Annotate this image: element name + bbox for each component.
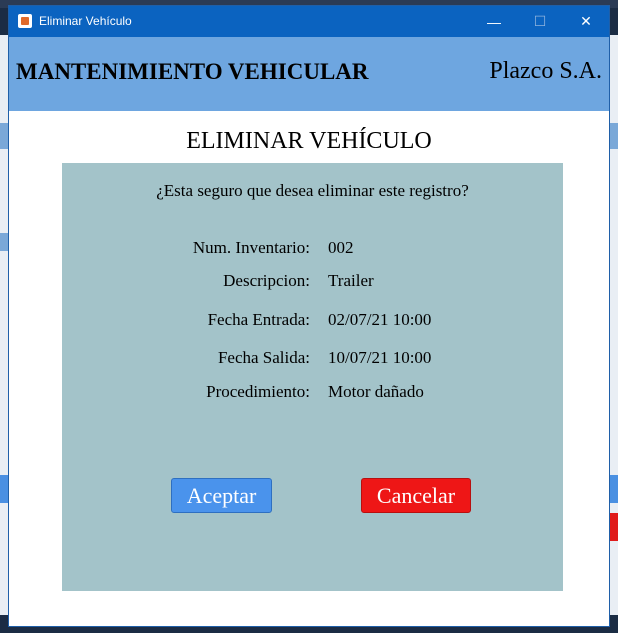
company-name: Plazco S.A. [489, 58, 602, 84]
java-app-icon [18, 14, 32, 28]
app-header: MANTENIMIENTO VEHICULAR Plazco S.A. [9, 37, 609, 111]
title-bar[interactable]: Eliminar Vehículo — ☐ ✕ [9, 6, 609, 37]
cancel-button[interactable]: Cancelar [361, 478, 471, 513]
minimize-button[interactable]: — [471, 6, 517, 37]
window-title: Eliminar Vehículo [39, 14, 132, 28]
field-value: Trailer [328, 271, 374, 290]
field-label: Procedimiento: [206, 382, 310, 401]
confirmation-panel: ¿Esta seguro que desea eliminar este reg… [62, 163, 563, 591]
page-title: ELIMINAR VEHÍCULO [186, 128, 432, 154]
maximize-button[interactable]: ☐ [517, 6, 563, 37]
field-label: Fecha Entrada: [207, 310, 310, 329]
field-value: Motor dañado [328, 382, 424, 401]
app-name: MANTENIMIENTO VEHICULAR [16, 59, 369, 84]
field-value: 10/07/21 10:00 [328, 348, 432, 367]
field-label: Fecha Salida: [217, 348, 310, 367]
field-value: 02/07/21 10:00 [328, 310, 432, 329]
confirmation-question: ¿Esta seguro que desea eliminar este reg… [156, 181, 469, 200]
field-label: Num. Inventario: [192, 238, 310, 257]
delete-vehicle-window: Eliminar Vehículo — ☐ ✕ MANTENIMIENTO VE… [8, 5, 610, 627]
close-button[interactable]: ✕ [563, 6, 609, 37]
field-label: Descripcion: [223, 271, 310, 290]
field-value: 002 [328, 238, 354, 257]
accept-button[interactable]: Aceptar [171, 478, 272, 513]
